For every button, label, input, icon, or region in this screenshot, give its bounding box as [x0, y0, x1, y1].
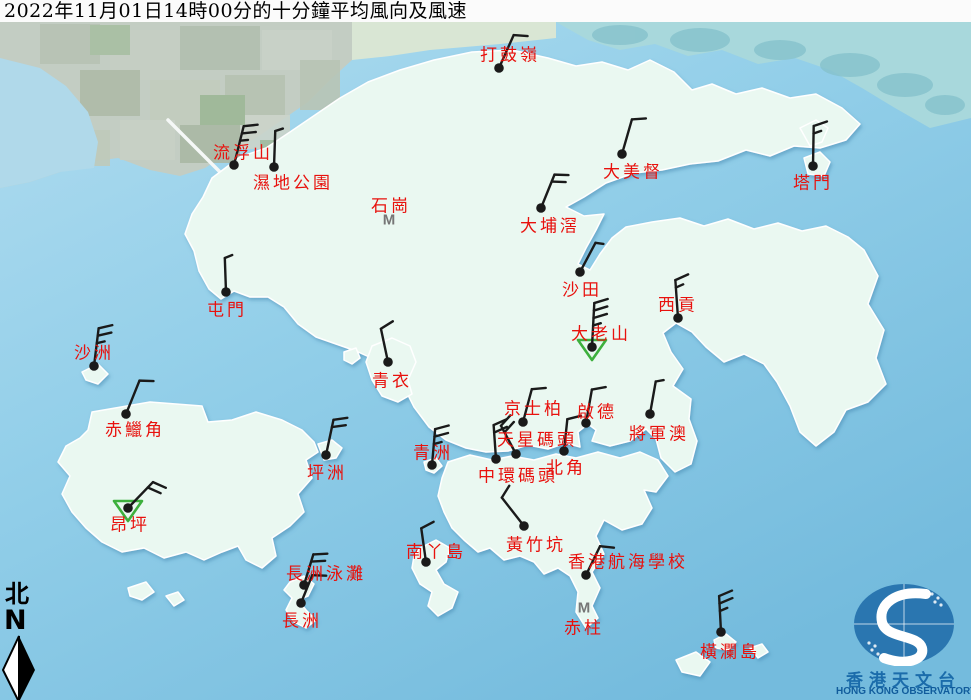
station-dot	[673, 313, 683, 323]
station-dot	[645, 409, 655, 419]
station-dot	[383, 357, 393, 367]
station-dot	[421, 557, 431, 567]
station-dot	[716, 627, 726, 637]
station-dot	[536, 203, 546, 213]
station-dot	[587, 342, 597, 352]
hong-kong-base-map	[0, 0, 971, 700]
barb-feather	[244, 125, 258, 126]
hko-emblem-icon	[852, 582, 956, 666]
logo-english-name: HONG KONG OBSERVATORY	[836, 686, 971, 697]
station-dot	[808, 161, 818, 171]
station-dot	[269, 162, 279, 172]
station-dot	[221, 287, 231, 297]
station-dot	[123, 503, 133, 513]
compass-north-cjk: 北	[5, 582, 38, 606]
barb-feather	[514, 35, 528, 36]
barb-feather	[313, 554, 327, 555]
station-dot	[617, 149, 627, 159]
station-dot	[427, 460, 437, 470]
barb-shaft	[274, 131, 275, 167]
hko-logo: 香港天文台 HONG KONG OBSERVATORY	[836, 580, 971, 700]
barb-feather	[632, 118, 646, 119]
station-dot	[296, 598, 306, 608]
station-dot	[575, 267, 585, 277]
barb-feather	[532, 388, 546, 389]
north-compass: 北 N	[2, 582, 38, 700]
station-dot	[559, 446, 569, 456]
barb-feather	[595, 243, 603, 244]
barb-feather	[311, 561, 325, 562]
station-dot	[581, 570, 591, 580]
barb-feather	[240, 140, 248, 141]
map-title: 2022年11月01日14時00分的十分鐘平均風向及風速	[0, 0, 971, 22]
barb-shaft	[813, 126, 814, 166]
barb-feather	[242, 132, 256, 133]
barb-feather	[656, 380, 664, 381]
hko-wind-map: 流浮山濕地公園打鼓嶺大美督塔門大埔滘沙田西貢屯門沙洲大老山青衣赤鱲角京士柏啟德將…	[0, 0, 971, 700]
station-dot	[89, 361, 99, 371]
compass-needle-icon	[2, 634, 36, 700]
station-dot	[518, 417, 528, 427]
station-dot	[229, 160, 239, 170]
station-dot	[491, 454, 501, 464]
station-dot	[494, 63, 504, 73]
station-dot	[321, 450, 331, 460]
station-dot	[121, 409, 131, 419]
station-dot	[519, 521, 529, 531]
station-dot	[581, 418, 591, 428]
station-dot	[511, 449, 521, 459]
barb-feather	[600, 546, 614, 547]
compass-north-letter: N	[4, 607, 38, 634]
barb-shaft	[225, 258, 226, 292]
